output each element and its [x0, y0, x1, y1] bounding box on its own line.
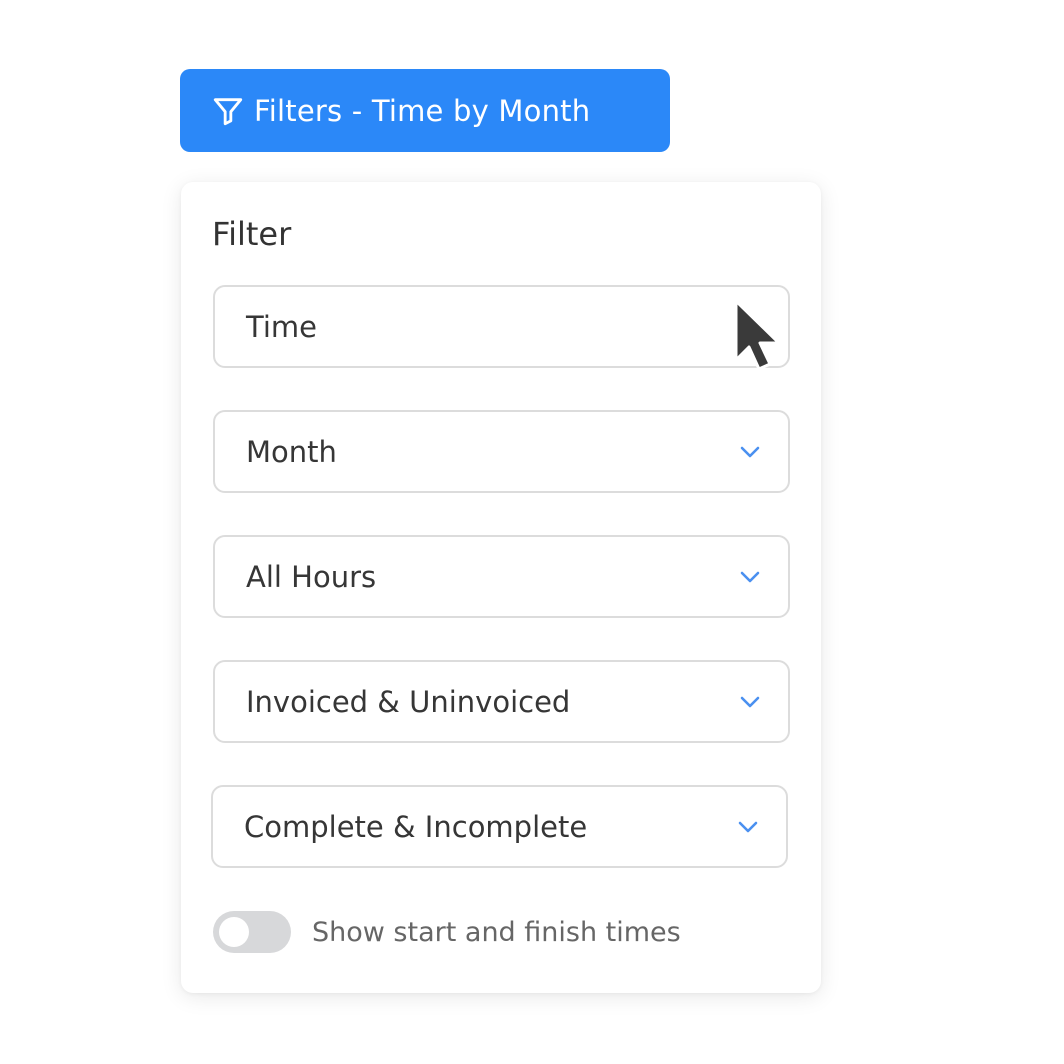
filters-button[interactable]: Filters - Time by Month: [180, 69, 670, 152]
chevron-down-icon: [738, 444, 762, 460]
type-select[interactable]: Time: [213, 285, 790, 368]
toggle-label: Show start and finish times: [312, 916, 681, 948]
funnel-icon: [210, 93, 246, 129]
completion-status-select-value: Complete & Incomplete: [244, 809, 588, 844]
toggle-knob: [219, 917, 249, 947]
invoice-status-select-value: Invoiced & Uninvoiced: [246, 684, 571, 719]
hours-select[interactable]: All Hours: [213, 535, 790, 618]
chevron-down-icon: [736, 819, 760, 835]
period-select-value: Month: [246, 434, 337, 469]
invoice-status-select[interactable]: Invoiced & Uninvoiced: [213, 660, 790, 743]
completion-status-select[interactable]: Complete & Incomplete: [211, 785, 788, 868]
panel-title: Filter: [212, 215, 292, 253]
stage: Filters - Time by Month Filter Time Mont…: [0, 0, 1064, 1064]
start-finish-toggle[interactable]: [213, 911, 291, 953]
chevron-down-icon: [738, 569, 762, 585]
filters-button-label: Filters - Time by Month: [254, 93, 591, 128]
start-finish-toggle-row: Show start and finish times: [213, 911, 681, 953]
chevron-down-icon: [738, 694, 762, 710]
filter-panel: Filter Time Month All Hours Invoiced & U…: [181, 182, 821, 993]
type-select-value: Time: [246, 309, 317, 344]
period-select[interactable]: Month: [213, 410, 790, 493]
hours-select-value: All Hours: [246, 559, 377, 594]
